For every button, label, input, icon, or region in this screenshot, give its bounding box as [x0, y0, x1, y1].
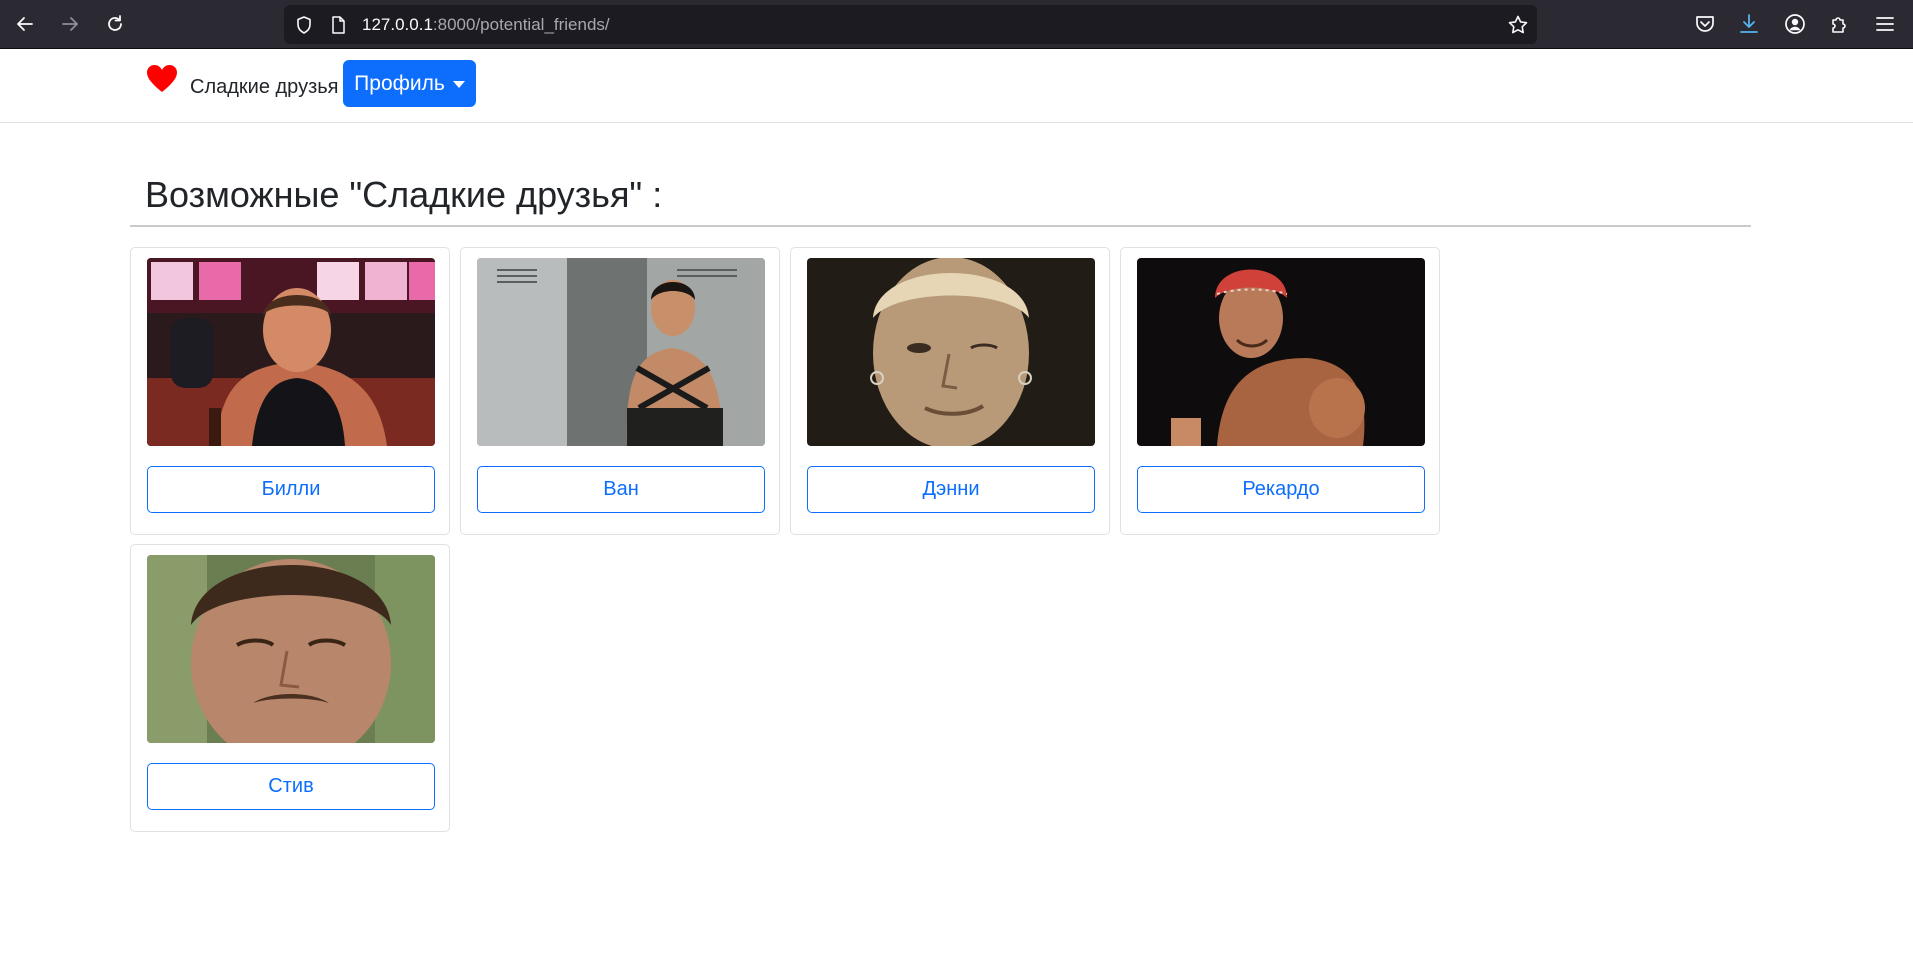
- browser-toolbar: 127.0.0.1:8000/potential_friends/: [0, 0, 1913, 49]
- menu-icon[interactable]: [1873, 12, 1897, 36]
- photo-van: [477, 258, 765, 446]
- reload-icon: [108, 15, 122, 31]
- page-title: Возможные "Сладкие друзья" :: [145, 174, 663, 215]
- reload-button[interactable]: [99, 8, 131, 40]
- download-icon[interactable]: [1737, 12, 1761, 36]
- pocket-icon[interactable]: [1693, 12, 1717, 36]
- friend-card: Ван: [460, 247, 780, 535]
- arrow-left-icon: [17, 17, 33, 31]
- friend-name-button[interactable]: Ван: [477, 466, 765, 513]
- forward-button[interactable]: [54, 8, 86, 40]
- profile-dropdown-button[interactable]: Профиль: [343, 60, 476, 107]
- photo-ricardo: [1137, 258, 1425, 446]
- friend-name-button[interactable]: Билли: [147, 466, 435, 513]
- friend-photo: [147, 555, 435, 743]
- account-icon[interactable]: [1783, 12, 1807, 36]
- friend-name-button[interactable]: Рекардо: [1137, 466, 1425, 513]
- friend-card: Билли: [130, 247, 450, 535]
- url-text[interactable]: 127.0.0.1:8000/potential_friends/: [362, 5, 610, 44]
- address-bar[interactable]: 127.0.0.1:8000/potential_friends/: [284, 5, 1537, 44]
- friend-name-button[interactable]: Дэнни: [807, 466, 1095, 513]
- site-navbar: Сладкие друзья Профиль: [0, 50, 1913, 123]
- photo-steve: [147, 555, 435, 743]
- friend-photo: [147, 258, 435, 446]
- friend-card: Стив: [130, 544, 450, 832]
- caret-down-icon: [452, 81, 465, 88]
- friend-photo: [477, 258, 765, 446]
- bookmark-star-icon[interactable]: [1507, 14, 1529, 36]
- extensions-icon[interactable]: [1828, 12, 1852, 36]
- page-icon[interactable]: [328, 15, 348, 35]
- arrow-right-icon: [62, 17, 78, 31]
- profile-button-label: Профиль: [354, 71, 445, 95]
- friend-card: Дэнни: [790, 247, 1110, 535]
- shield-icon[interactable]: [294, 15, 314, 35]
- friend-photo: [807, 258, 1095, 446]
- friend-card: Рекардо: [1120, 247, 1440, 535]
- url-host: 127.0.0.1: [362, 15, 433, 34]
- friend-name-button[interactable]: Стив: [147, 763, 435, 810]
- brand-name[interactable]: Сладкие друзья: [190, 76, 339, 99]
- heading-divider: [130, 225, 1751, 227]
- heart-icon[interactable]: [146, 64, 178, 94]
- friend-photo: [1137, 258, 1425, 446]
- photo-danny: [807, 258, 1095, 446]
- back-button[interactable]: [9, 8, 41, 40]
- url-path: :8000/potential_friends/: [432, 15, 610, 34]
- photo-billy: [147, 258, 435, 446]
